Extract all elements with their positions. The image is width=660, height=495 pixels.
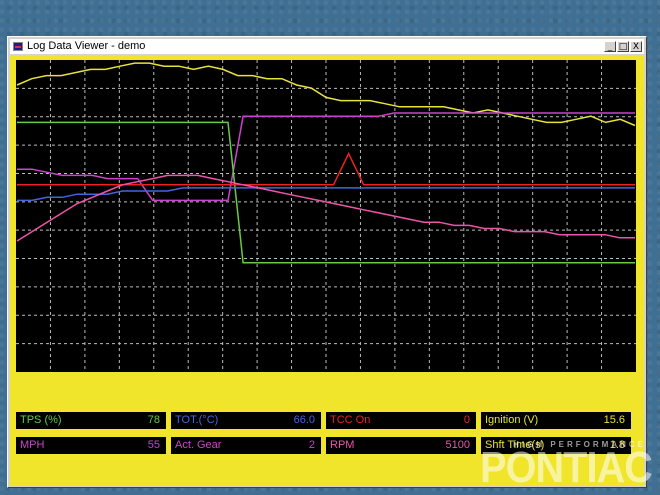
maximize-button[interactable]: □	[617, 41, 629, 52]
title-bar[interactable]: Log Data Viewer - demo _ □ X	[10, 39, 644, 54]
readout-value: 0	[463, 414, 470, 426]
readout-label: TCC On	[330, 414, 371, 426]
chart-area: TPS (%) 78 TOT.(°C) 66.0 TCC On 0 Ignition (V)…	[10, 56, 644, 486]
readout-value: 15.6	[603, 414, 625, 426]
readout-label: Act. Gear	[175, 439, 222, 451]
readout-value: 78	[147, 414, 160, 426]
readout-label: MPH	[20, 439, 45, 451]
readout-value: 5100	[445, 439, 470, 451]
readout-cell: TCC On 0	[326, 412, 476, 429]
readout-cell: TPS (%) 78	[16, 412, 166, 429]
readout-label: TOT.(°C)	[175, 414, 219, 426]
window-title: Log Data Viewer - demo	[27, 40, 146, 52]
readout-value: 2	[308, 439, 315, 451]
readout-cell: MPH 55	[16, 437, 166, 454]
readout-cell: TOT.(°C) 66.0	[171, 412, 321, 429]
readout-cell: Act. Gear 2	[171, 437, 321, 454]
minimize-button[interactable]: _	[604, 41, 616, 52]
log-data-viewer-window: Log Data Viewer - demo _ □ X TPS (%) 78 TO…	[7, 36, 647, 488]
readout-cell: RPM 5100	[326, 437, 476, 454]
readout-label: TPS (%)	[20, 414, 62, 426]
log-chart	[16, 60, 636, 372]
pontiac-watermark: PONTIAC	[480, 443, 653, 492]
readout-cell: Ignition (V) 15.6	[481, 412, 631, 429]
readout-value: 55	[147, 439, 160, 451]
close-button[interactable]: X	[630, 41, 642, 52]
readout-label: Ignition (V)	[485, 414, 539, 426]
readout-value: 66.0	[293, 414, 315, 426]
app-icon	[13, 42, 23, 51]
readout-label: RPM	[330, 439, 355, 451]
